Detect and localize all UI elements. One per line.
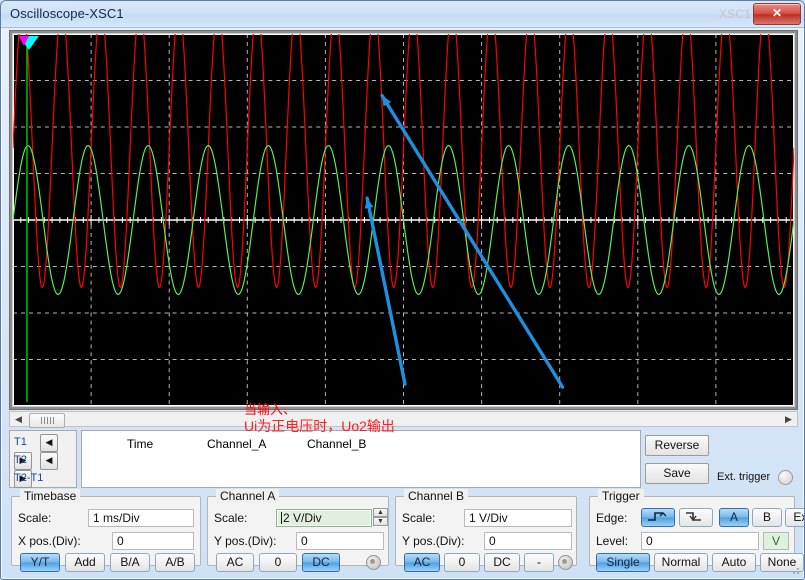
close-button[interactable]: ✕ xyxy=(753,3,801,25)
scope-annotations xyxy=(13,34,794,406)
timebase-xpos-label: X pos.(Div): xyxy=(18,534,81,548)
channel-b-coupling-gnd-button[interactable]: 0 xyxy=(444,553,480,572)
timebase-group: Timebase Scale: 1 ms/Div X pos.(Div): 0 … xyxy=(11,496,201,566)
channel-b-scale-label: Scale: xyxy=(402,511,435,525)
scope-screen[interactable] xyxy=(12,33,795,407)
window-resize-grip[interactable] xyxy=(789,564,801,576)
channel-b-group: Channel B Scale: 1 V/Div Y pos.(Div): 0 … xyxy=(395,496,577,566)
page-title: Oscilloscope-XSC1 xyxy=(10,6,124,21)
channel-b-ypos-field[interactable]: 0 xyxy=(484,532,572,550)
cursor-t1-left-button[interactable]: ◀ xyxy=(40,434,58,452)
trigger-mode-single-button[interactable]: Single xyxy=(596,553,650,572)
channel-a-scale-field[interactable]: 2 V/Div xyxy=(276,509,372,527)
table-header-channel-b: Channel_B xyxy=(307,437,366,451)
scrollbar-thumb[interactable] xyxy=(29,413,65,428)
channel-b-invert-button[interactable]: - xyxy=(524,553,554,572)
title-watermark: XSC1 xyxy=(719,7,751,21)
trigger-mode-auto-button[interactable]: Auto xyxy=(712,553,756,572)
cursor-row-delta: T2-T1 xyxy=(14,470,74,486)
channel-a-coupling-ac-button[interactable]: AC xyxy=(216,553,254,572)
timebase-scale-label: Scale: xyxy=(18,511,51,525)
cursor-controls: T1◀▶ T2◀▶ T2-T1 xyxy=(9,430,77,488)
timebase-scale-field[interactable]: 1 ms/Div xyxy=(88,509,194,527)
cursor-t1-label: T1 xyxy=(14,434,40,450)
readout-panel: T1◀▶ T2◀▶ T2-T1 Time Channel_A Channel_B… xyxy=(9,430,798,490)
trigger-level-field[interactable]: 0 xyxy=(641,532,759,550)
channel-b-ypos-label: Y pos.(Div): xyxy=(402,534,464,548)
timebase-mode-ab-button[interactable]: A/B xyxy=(155,553,195,572)
trigger-falling-edge-icon-button[interactable] xyxy=(679,508,713,527)
cursor-t2-label: T2 xyxy=(14,452,40,468)
scope-scrollbar[interactable]: ◀ ▶ xyxy=(9,411,798,427)
trigger-source-a-button[interactable]: A xyxy=(719,508,749,527)
annotation-line-2: Ui为正电压时，Uo2输出 xyxy=(244,416,395,436)
trigger-edge-label: Edge: xyxy=(596,511,627,525)
scrollbar-right-arrow[interactable]: ▶ xyxy=(781,412,796,426)
channel-a-coupling-dc-button[interactable]: DC xyxy=(302,553,340,572)
trigger-rising-edge-icon-button[interactable] xyxy=(641,508,675,527)
measurement-table[interactable]: Time Channel_A Channel_B xyxy=(81,430,641,488)
falling-edge-icon xyxy=(685,510,707,523)
oscilloscope-window: Oscilloscope-XSC1 XSC1 ✕ 当输入、 Ui为正电压时，Uo… xyxy=(0,0,805,580)
cursor-t2-left-button[interactable]: ◀ xyxy=(40,452,58,470)
channel-b-coupling-ac-button[interactable]: AC xyxy=(404,553,440,572)
cursor-delta-label: T2-T1 xyxy=(14,470,74,486)
trigger-mode-normal-button[interactable]: Normal xyxy=(654,553,708,572)
trigger-legend: Trigger xyxy=(598,489,644,503)
rising-edge-icon xyxy=(647,510,669,523)
timebase-mode-yt-button[interactable]: Y/T xyxy=(20,553,60,572)
channel-a-probe-terminal-icon[interactable] xyxy=(366,555,381,570)
trigger-group: Trigger Edge: A B Ext Level: 0 V Single xyxy=(589,496,795,566)
channel-a-legend: Channel A xyxy=(216,489,279,503)
cursor-row-t1: T1◀▶ xyxy=(14,434,76,450)
timebase-xpos-field[interactable]: 0 xyxy=(112,532,194,550)
timebase-mode-ba-button[interactable]: B/A xyxy=(110,553,150,572)
title-bar: Oscilloscope-XSC1 XSC1 ✕ xyxy=(1,1,805,28)
reverse-button[interactable]: Reverse xyxy=(645,435,709,456)
scope-screen-frame xyxy=(9,30,798,410)
channel-a-ypos-field[interactable]: 0 xyxy=(296,532,384,550)
trigger-source-b-button[interactable]: B xyxy=(752,508,782,527)
table-header-channel-a: Channel_A xyxy=(207,437,266,451)
channel-a-group: Channel A Scale: 2 V/Div ▲ ▼ Y pos.(Div)… xyxy=(207,496,389,566)
channel-b-coupling-dc-button[interactable]: DC xyxy=(484,553,520,572)
channel-a-scale-label: Scale: xyxy=(214,511,247,525)
table-header-time: Time xyxy=(127,437,153,451)
channel-a-ypos-label: Y pos.(Div): xyxy=(214,534,276,548)
channel-a-scale-up-button[interactable]: ▲ xyxy=(373,508,388,517)
scrollbar-grip xyxy=(41,417,54,424)
trigger-level-label: Level: xyxy=(596,534,628,548)
trigger-source-ext-button[interactable]: Ext xyxy=(785,508,805,527)
readout-side-buttons: Reverse Save Ext. trigger xyxy=(645,430,798,488)
scrollbar-left-arrow[interactable]: ◀ xyxy=(11,412,26,426)
timebase-legend: Timebase xyxy=(20,489,80,503)
channel-b-probe-terminal-icon[interactable] xyxy=(558,555,573,570)
save-button[interactable]: Save xyxy=(645,463,709,484)
channel-a-scale-spinner[interactable]: ▲ ▼ xyxy=(373,508,388,527)
channel-a-scale-value: 2 V/Div xyxy=(283,511,322,525)
timebase-mode-add-button[interactable]: Add xyxy=(65,553,105,572)
trigger-level-unit[interactable]: V xyxy=(763,532,789,550)
ext-trigger-label: Ext. trigger xyxy=(717,471,770,483)
control-groups: Timebase Scale: 1 ms/Div X pos.(Div): 0 … xyxy=(7,493,800,573)
cursor-row-t2: T2◀▶ xyxy=(14,452,76,468)
ext-trigger-terminal-icon[interactable] xyxy=(778,470,793,485)
channel-a-scale-down-button[interactable]: ▼ xyxy=(373,517,388,526)
channel-a-coupling-gnd-button[interactable]: 0 xyxy=(259,553,297,572)
channel-b-scale-field[interactable]: 1 V/Div xyxy=(464,509,572,527)
text-caret xyxy=(281,512,282,524)
channel-b-legend: Channel B xyxy=(404,489,468,503)
